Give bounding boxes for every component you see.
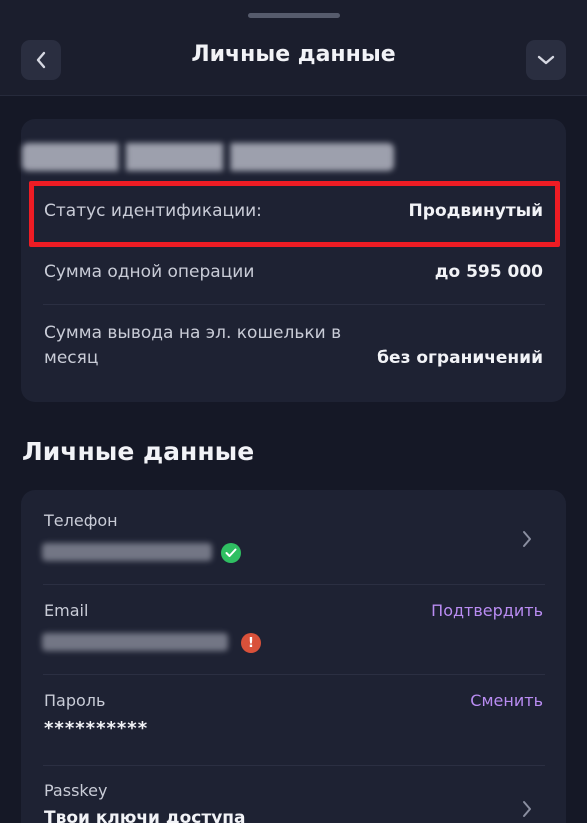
- ewallet-withdrawal-limit-value: без ограничений: [377, 348, 543, 368]
- header-bar: Личные данные: [0, 0, 587, 96]
- passkey-label: Passkey: [44, 781, 108, 800]
- personal-data-screen: Личные данные Статус идентификации: Прод…: [0, 0, 587, 823]
- passkey-value: Твои ключи доступа: [44, 808, 246, 823]
- identification-status-highlight: [29, 181, 560, 247]
- password-change-link[interactable]: Сменить: [470, 691, 543, 710]
- chevron-right-icon: [523, 531, 531, 547]
- phone-row[interactable]: [21, 490, 566, 584]
- sheet-grabber-handle[interactable]: [248, 13, 340, 18]
- collapse-button[interactable]: [526, 40, 566, 80]
- single-operation-limit-label: Сумма одной операции: [44, 262, 255, 282]
- phone-label: Телефон: [44, 511, 118, 530]
- exclamation-circle-icon: !: [241, 633, 261, 653]
- email-label: Email: [44, 601, 89, 620]
- password-masked-value: **********: [44, 718, 149, 739]
- email-confirm-link[interactable]: Подтвердить: [431, 601, 543, 620]
- phone-value-redacted: [42, 543, 212, 561]
- email-value-redacted: [42, 633, 228, 651]
- password-label: Пароль: [44, 691, 106, 710]
- divider: [43, 674, 545, 675]
- user-full-name-redacted: [22, 143, 394, 171]
- ewallet-withdrawal-limit-label: Сумма вывода на эл. кошельки в месяц: [44, 323, 342, 368]
- single-operation-limit-value: до 595 000: [434, 262, 543, 282]
- chevron-right-icon: [523, 801, 531, 817]
- section-title-personal-data: Личные данные: [22, 437, 255, 466]
- chevron-down-icon: [537, 55, 555, 65]
- divider: [43, 584, 545, 585]
- check-circle-icon: [221, 543, 241, 563]
- divider: [43, 304, 545, 305]
- page-title: Личные данные: [191, 42, 396, 67]
